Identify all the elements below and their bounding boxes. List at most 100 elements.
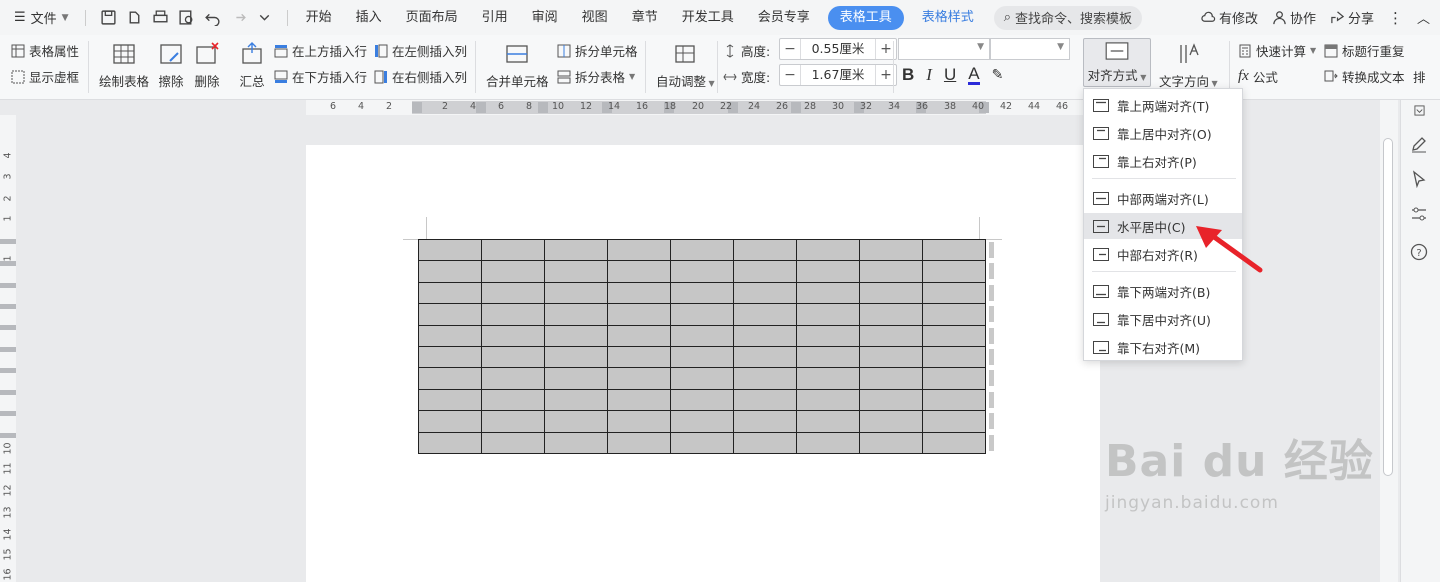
row-resize-handle[interactable]	[989, 263, 994, 280]
row-resize-handle[interactable]	[989, 391, 994, 408]
row-marker[interactable]	[0, 368, 16, 373]
table-cell[interactable]	[859, 431, 923, 454]
table-cell[interactable]	[544, 367, 608, 390]
row-marker[interactable]	[0, 411, 16, 416]
more-icon[interactable]: ⋮	[1388, 9, 1403, 27]
menu-item-top-center[interactable]: 靠上居中对齐(O)	[1084, 120, 1242, 146]
table-cell[interactable]	[733, 303, 797, 326]
auto-fit-button[interactable]: 自动调整 ▼	[656, 41, 715, 90]
table-cell[interactable]	[796, 431, 860, 454]
collab-button[interactable]: 协作	[1272, 8, 1316, 27]
table-cell[interactable]	[544, 238, 608, 262]
table-cell[interactable]	[922, 281, 986, 305]
row-height-value[interactable]: 0.55厘米	[800, 39, 876, 59]
table-cell[interactable]	[544, 260, 608, 283]
tab-references[interactable]: 引用	[470, 6, 520, 30]
table-cell[interactable]	[922, 431, 986, 454]
table-cell[interactable]	[607, 388, 671, 412]
menu-item-bottom-justify[interactable]: 靠下两端对齐(B)	[1084, 278, 1242, 304]
table-cell[interactable]	[733, 367, 797, 390]
table-cell[interactable]	[859, 238, 923, 262]
table-cell[interactable]	[922, 345, 986, 369]
row-height-stepper[interactable]: − 0.55厘米 +	[779, 38, 897, 60]
table-cell[interactable]	[922, 367, 986, 390]
italic-icon[interactable]: I	[926, 65, 932, 85]
table-cell[interactable]	[670, 238, 734, 262]
text-direction-button[interactable]: 文字方向 ▼	[1159, 41, 1218, 90]
font-color-icon[interactable]: A	[968, 65, 980, 85]
table-cell[interactable]	[922, 410, 986, 433]
table-cell[interactable]	[859, 388, 923, 412]
table-row[interactable]	[418, 388, 986, 412]
delete-button[interactable]: 删除	[194, 41, 220, 90]
table-cell[interactable]	[418, 281, 482, 305]
show-gridlines-button[interactable]: 显示虚框	[11, 67, 79, 86]
col-width-stepper[interactable]: − 1.67厘米 +	[779, 64, 897, 86]
row-resize-handle[interactable]	[989, 242, 994, 258]
table-cell[interactable]	[418, 345, 482, 369]
tab-section[interactable]: 章节	[620, 6, 670, 30]
formula-button[interactable]: fx 公式	[1238, 67, 1278, 86]
sort-button[interactable]: 排	[1413, 67, 1426, 86]
row-resize-handle[interactable]	[989, 306, 994, 323]
tab-home[interactable]: 开始	[294, 6, 344, 30]
row-marker[interactable]	[0, 390, 16, 395]
table-cell[interactable]	[607, 367, 671, 390]
table-cell[interactable]	[733, 238, 797, 262]
insert-col-right-button[interactable]: 在右侧插入列	[374, 67, 467, 86]
table-cell[interactable]	[670, 431, 734, 454]
table-cell[interactable]	[670, 345, 734, 369]
table-row[interactable]	[418, 238, 986, 262]
table-cell[interactable]	[607, 410, 671, 433]
table-cell[interactable]	[670, 324, 734, 347]
table-cell[interactable]	[859, 281, 923, 305]
tab-review[interactable]: 审阅	[520, 6, 570, 30]
table-cell[interactable]	[733, 388, 797, 412]
table-cell[interactable]	[796, 260, 860, 283]
table-cell[interactable]	[607, 260, 671, 283]
decrement-icon[interactable]: −	[780, 41, 800, 57]
row-marker[interactable]	[0, 304, 16, 309]
table-row[interactable]	[418, 410, 986, 433]
undo-icon[interactable]	[204, 9, 221, 26]
table-cell[interactable]	[670, 303, 734, 326]
row-resize-handle[interactable]	[989, 434, 994, 451]
table-cell[interactable]	[670, 388, 734, 412]
print-icon[interactable]	[152, 9, 169, 26]
table-cell[interactable]	[796, 388, 860, 412]
table-row[interactable]	[418, 367, 986, 390]
menu-item-top-justify[interactable]: 靠上两端对齐(T)	[1084, 92, 1242, 118]
table-row[interactable]	[418, 345, 986, 369]
table-cell[interactable]	[481, 324, 545, 347]
draw-table-button[interactable]: 绘制表格	[99, 41, 149, 90]
column-marker[interactable]	[538, 102, 548, 113]
table-cell[interactable]	[859, 367, 923, 390]
document-table[interactable]	[418, 238, 986, 454]
erase-button[interactable]: 擦除	[158, 41, 184, 90]
table-cell[interactable]	[481, 303, 545, 326]
underline-icon[interactable]: U	[944, 65, 956, 85]
cursor-icon[interactable]	[1410, 170, 1428, 188]
table-cell[interactable]	[418, 367, 482, 390]
col-width-value[interactable]: 1.67厘米	[800, 65, 876, 85]
menu-item-top-right[interactable]: 靠上右对齐(P)	[1084, 148, 1242, 174]
redo-icon[interactable]	[230, 9, 247, 26]
table-cell[interactable]	[481, 388, 545, 412]
table-cell[interactable]	[733, 260, 797, 283]
table-cell[interactable]	[544, 431, 608, 454]
row-marker[interactable]	[0, 325, 16, 330]
tab-view[interactable]: 视图	[570, 6, 620, 30]
table-cell[interactable]	[733, 281, 797, 305]
repeat-header-button[interactable]: 标题行重复	[1324, 41, 1405, 60]
table-cell[interactable]	[796, 238, 860, 262]
table-cell[interactable]	[607, 238, 671, 262]
command-search[interactable]: ⌕ 查找命令、搜索模板	[993, 5, 1143, 30]
row-resize-handle[interactable]	[989, 413, 994, 430]
table-cell[interactable]	[796, 410, 860, 433]
tab-table-style[interactable]: 表格样式	[910, 6, 986, 30]
table-cell[interactable]	[796, 345, 860, 369]
table-cell[interactable]	[544, 281, 608, 305]
decrement-icon[interactable]: −	[780, 67, 800, 83]
horizontal-ruler[interactable]: 6 4 2 2 4 6 8 10 12 14 16 18 20 22 24 26…	[306, 100, 1100, 115]
tab-page-layout[interactable]: 页面布局	[394, 6, 470, 30]
